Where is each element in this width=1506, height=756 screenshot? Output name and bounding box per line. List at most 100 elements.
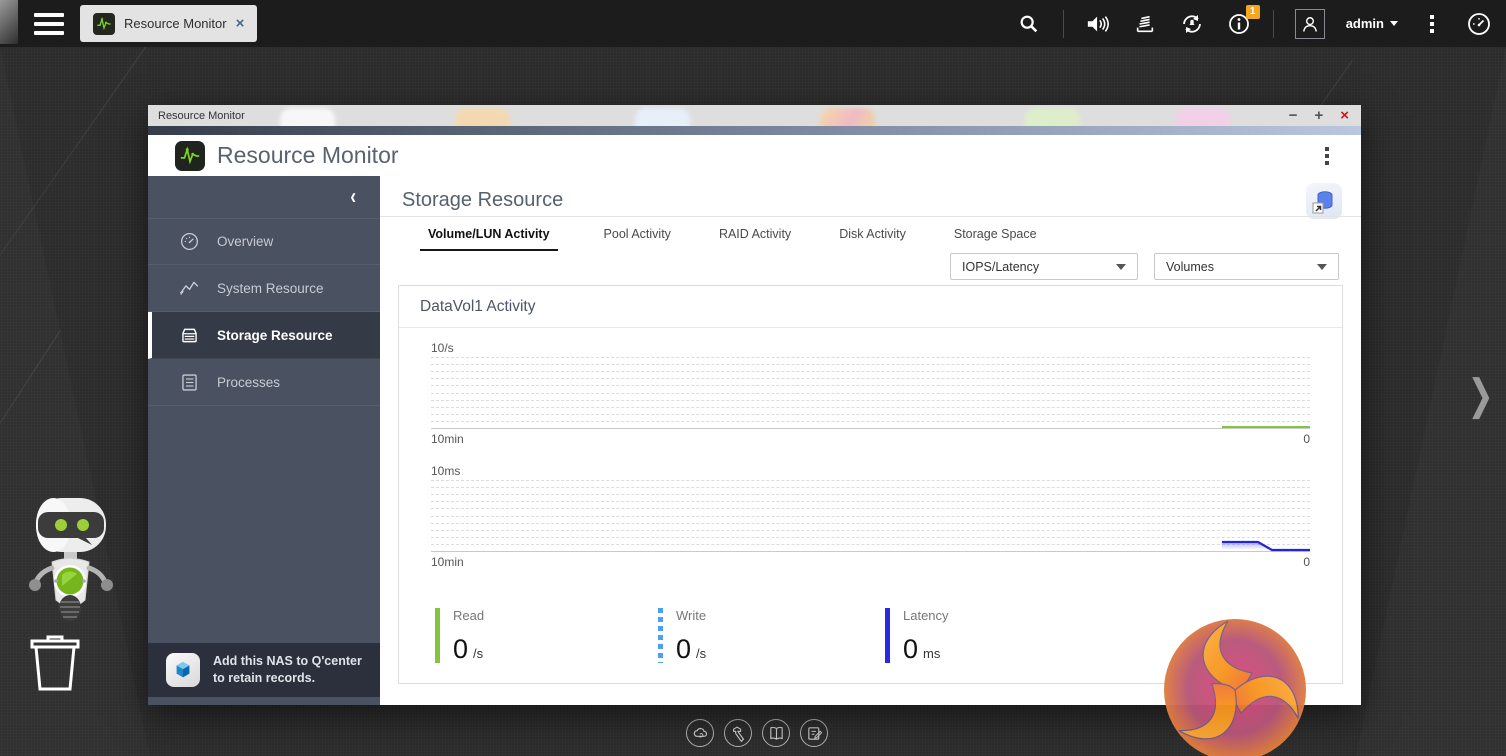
blurred-desktop-icon	[280, 108, 335, 126]
resource-monitor-app-icon	[93, 12, 115, 35]
user-avatar-icon[interactable]	[1294, 8, 1325, 39]
write-color-bar	[658, 608, 663, 663]
user-name-label: admin	[1345, 16, 1384, 31]
resource-monitor-app-icon	[175, 140, 205, 171]
iops-right-value: 0	[1303, 432, 1310, 446]
write-unit: /s	[696, 646, 707, 661]
recycle-bin-icon[interactable]	[28, 633, 82, 693]
blurred-desktop-icon	[635, 108, 690, 126]
blurred-desktop-icon	[455, 108, 510, 126]
latency-value: 0	[903, 634, 919, 664]
latency-label: Latency	[903, 608, 949, 623]
iops-y-max-label: 10/s	[431, 341, 454, 355]
tab-disk-activity[interactable]: Disk Activity	[837, 221, 908, 251]
latency-chart: 10ms 10min 0	[399, 464, 1342, 569]
gauge-icon	[180, 232, 199, 251]
titlebar-gradient-strip	[148, 126, 1361, 135]
desktop-dock	[686, 719, 828, 747]
page-title: Storage Resource	[402, 189, 564, 211]
notes-icon[interactable]	[800, 719, 828, 747]
window-controls: − + ×	[1289, 105, 1349, 126]
write-value: 0	[676, 634, 692, 664]
volume-select[interactable]: Volumes	[1154, 253, 1339, 280]
iops-plot-area	[431, 357, 1310, 429]
taskbar-divider	[1062, 9, 1064, 38]
read-value: 0	[453, 634, 469, 664]
iops-x-label: 10min	[431, 432, 464, 446]
notifications-info-icon[interactable]: 1	[1226, 4, 1260, 37]
tools-icon[interactable]	[724, 719, 752, 747]
maximize-button[interactable]: +	[1314, 108, 1323, 123]
latency-plot-area	[431, 480, 1310, 552]
sidebar-item-system-resource[interactable]: System Resource	[148, 265, 380, 312]
tab-storage-space[interactable]: Storage Space	[952, 221, 1039, 251]
cloud-backup-icon[interactable]	[686, 719, 714, 747]
legend-latency: Latency 0 ms	[885, 608, 949, 665]
storage-snapshots-shortcut-icon[interactable]	[1306, 183, 1342, 219]
user-menu[interactable]: admin	[1346, 16, 1398, 31]
chevron-down-icon	[1390, 21, 1398, 26]
sidebar-collapse-icon[interactable]: ‹	[350, 184, 356, 210]
legend-read: Read 0/s	[435, 608, 658, 665]
blurred-desktop-icon	[1025, 108, 1080, 126]
busy-apps-icon[interactable]	[1132, 11, 1158, 37]
read-unit: /s	[473, 646, 484, 661]
window-title: Resource Monitor	[158, 109, 245, 122]
read-series-line	[1222, 426, 1310, 428]
blurred-desktop-icon	[1175, 108, 1230, 126]
line-chart-icon	[180, 281, 199, 295]
volume-icon[interactable]	[1085, 11, 1111, 37]
write-label: Write	[676, 608, 707, 623]
sidebar-item-label: Processes	[217, 374, 281, 390]
sidebar: ‹ Overview System Resource Storage Resou…	[148, 176, 380, 705]
guide-book-icon[interactable]	[762, 719, 790, 747]
app-more-options-icon[interactable]	[1325, 147, 1329, 165]
taskbar-divider	[1272, 9, 1274, 38]
sidebar-item-storage-resource[interactable]: Storage Resource	[148, 312, 380, 359]
app-title: Resource Monitor	[217, 142, 399, 168]
read-color-bar	[435, 608, 440, 663]
more-options-icon[interactable]	[1419, 11, 1445, 37]
metric-select[interactable]: IOPS/Latency	[950, 253, 1138, 280]
blurred-desktop-icon	[820, 108, 875, 126]
close-button[interactable]: ×	[1340, 108, 1349, 123]
legend-write: Write 0/s	[658, 608, 885, 665]
tab-raid-activity[interactable]: RAID Activity	[717, 221, 793, 251]
minimize-button[interactable]: −	[1289, 108, 1298, 123]
metric-select-value: IOPS/Latency	[962, 259, 1040, 274]
taskbar-tab-label: Resource Monitor	[124, 16, 227, 31]
dashboard-icon[interactable]	[1466, 11, 1492, 37]
main-menu-button[interactable]	[34, 12, 64, 35]
latency-series-line	[1222, 540, 1310, 552]
chevron-down-icon	[1116, 263, 1126, 270]
chevron-down-icon	[1317, 263, 1327, 270]
panel-title: DataVol1 Activity	[399, 286, 1342, 328]
next-desktop-arrow[interactable]: ❯	[1467, 370, 1493, 419]
latency-x-label: 10min	[431, 555, 464, 569]
taskbar-corner	[0, 0, 18, 44]
sidebar-item-overview[interactable]: Overview	[148, 218, 380, 265]
background-tasks-icon[interactable]	[1179, 11, 1205, 37]
qcenter-banner[interactable]: Add this NAS to Q'center to retain recor…	[148, 643, 380, 697]
tab-close-icon[interactable]: ×	[236, 16, 245, 31]
tab-pool-activity[interactable]: Pool Activity	[602, 221, 673, 251]
search-icon[interactable]	[1016, 11, 1042, 37]
qcenter-cube-icon	[166, 653, 200, 687]
tab-volume-lun-activity[interactable]: Volume/LUN Activity	[420, 221, 558, 251]
window-titlebar[interactable]: Resource Monitor − + ×	[148, 105, 1361, 126]
storage-disks-icon	[182, 328, 197, 342]
process-list-icon	[182, 373, 197, 391]
iops-chart: 10/s 10min 0	[399, 341, 1342, 446]
sidebar-item-label: Overview	[217, 234, 274, 249]
notification-badge: 1	[1245, 4, 1260, 19]
volume-select-value: Volumes	[1166, 259, 1214, 274]
sidebar-item-label: Storage Resource	[217, 327, 333, 343]
taskbar: Resource Monitor × 1 admin	[0, 0, 1506, 47]
sidebar-item-label: System Resource	[217, 280, 324, 296]
sidebar-item-processes[interactable]: Processes	[148, 359, 380, 406]
taskbar-tab-resource-monitor[interactable]: Resource Monitor ×	[80, 5, 258, 42]
qcenter-note: Add this NAS to Q'center to retain recor…	[213, 654, 362, 685]
kitguru-watermark-logo	[1164, 619, 1306, 756]
latency-right-value: 0	[1303, 555, 1310, 569]
sidebar-nav: Overview System Resource Storage Resourc…	[148, 218, 380, 406]
